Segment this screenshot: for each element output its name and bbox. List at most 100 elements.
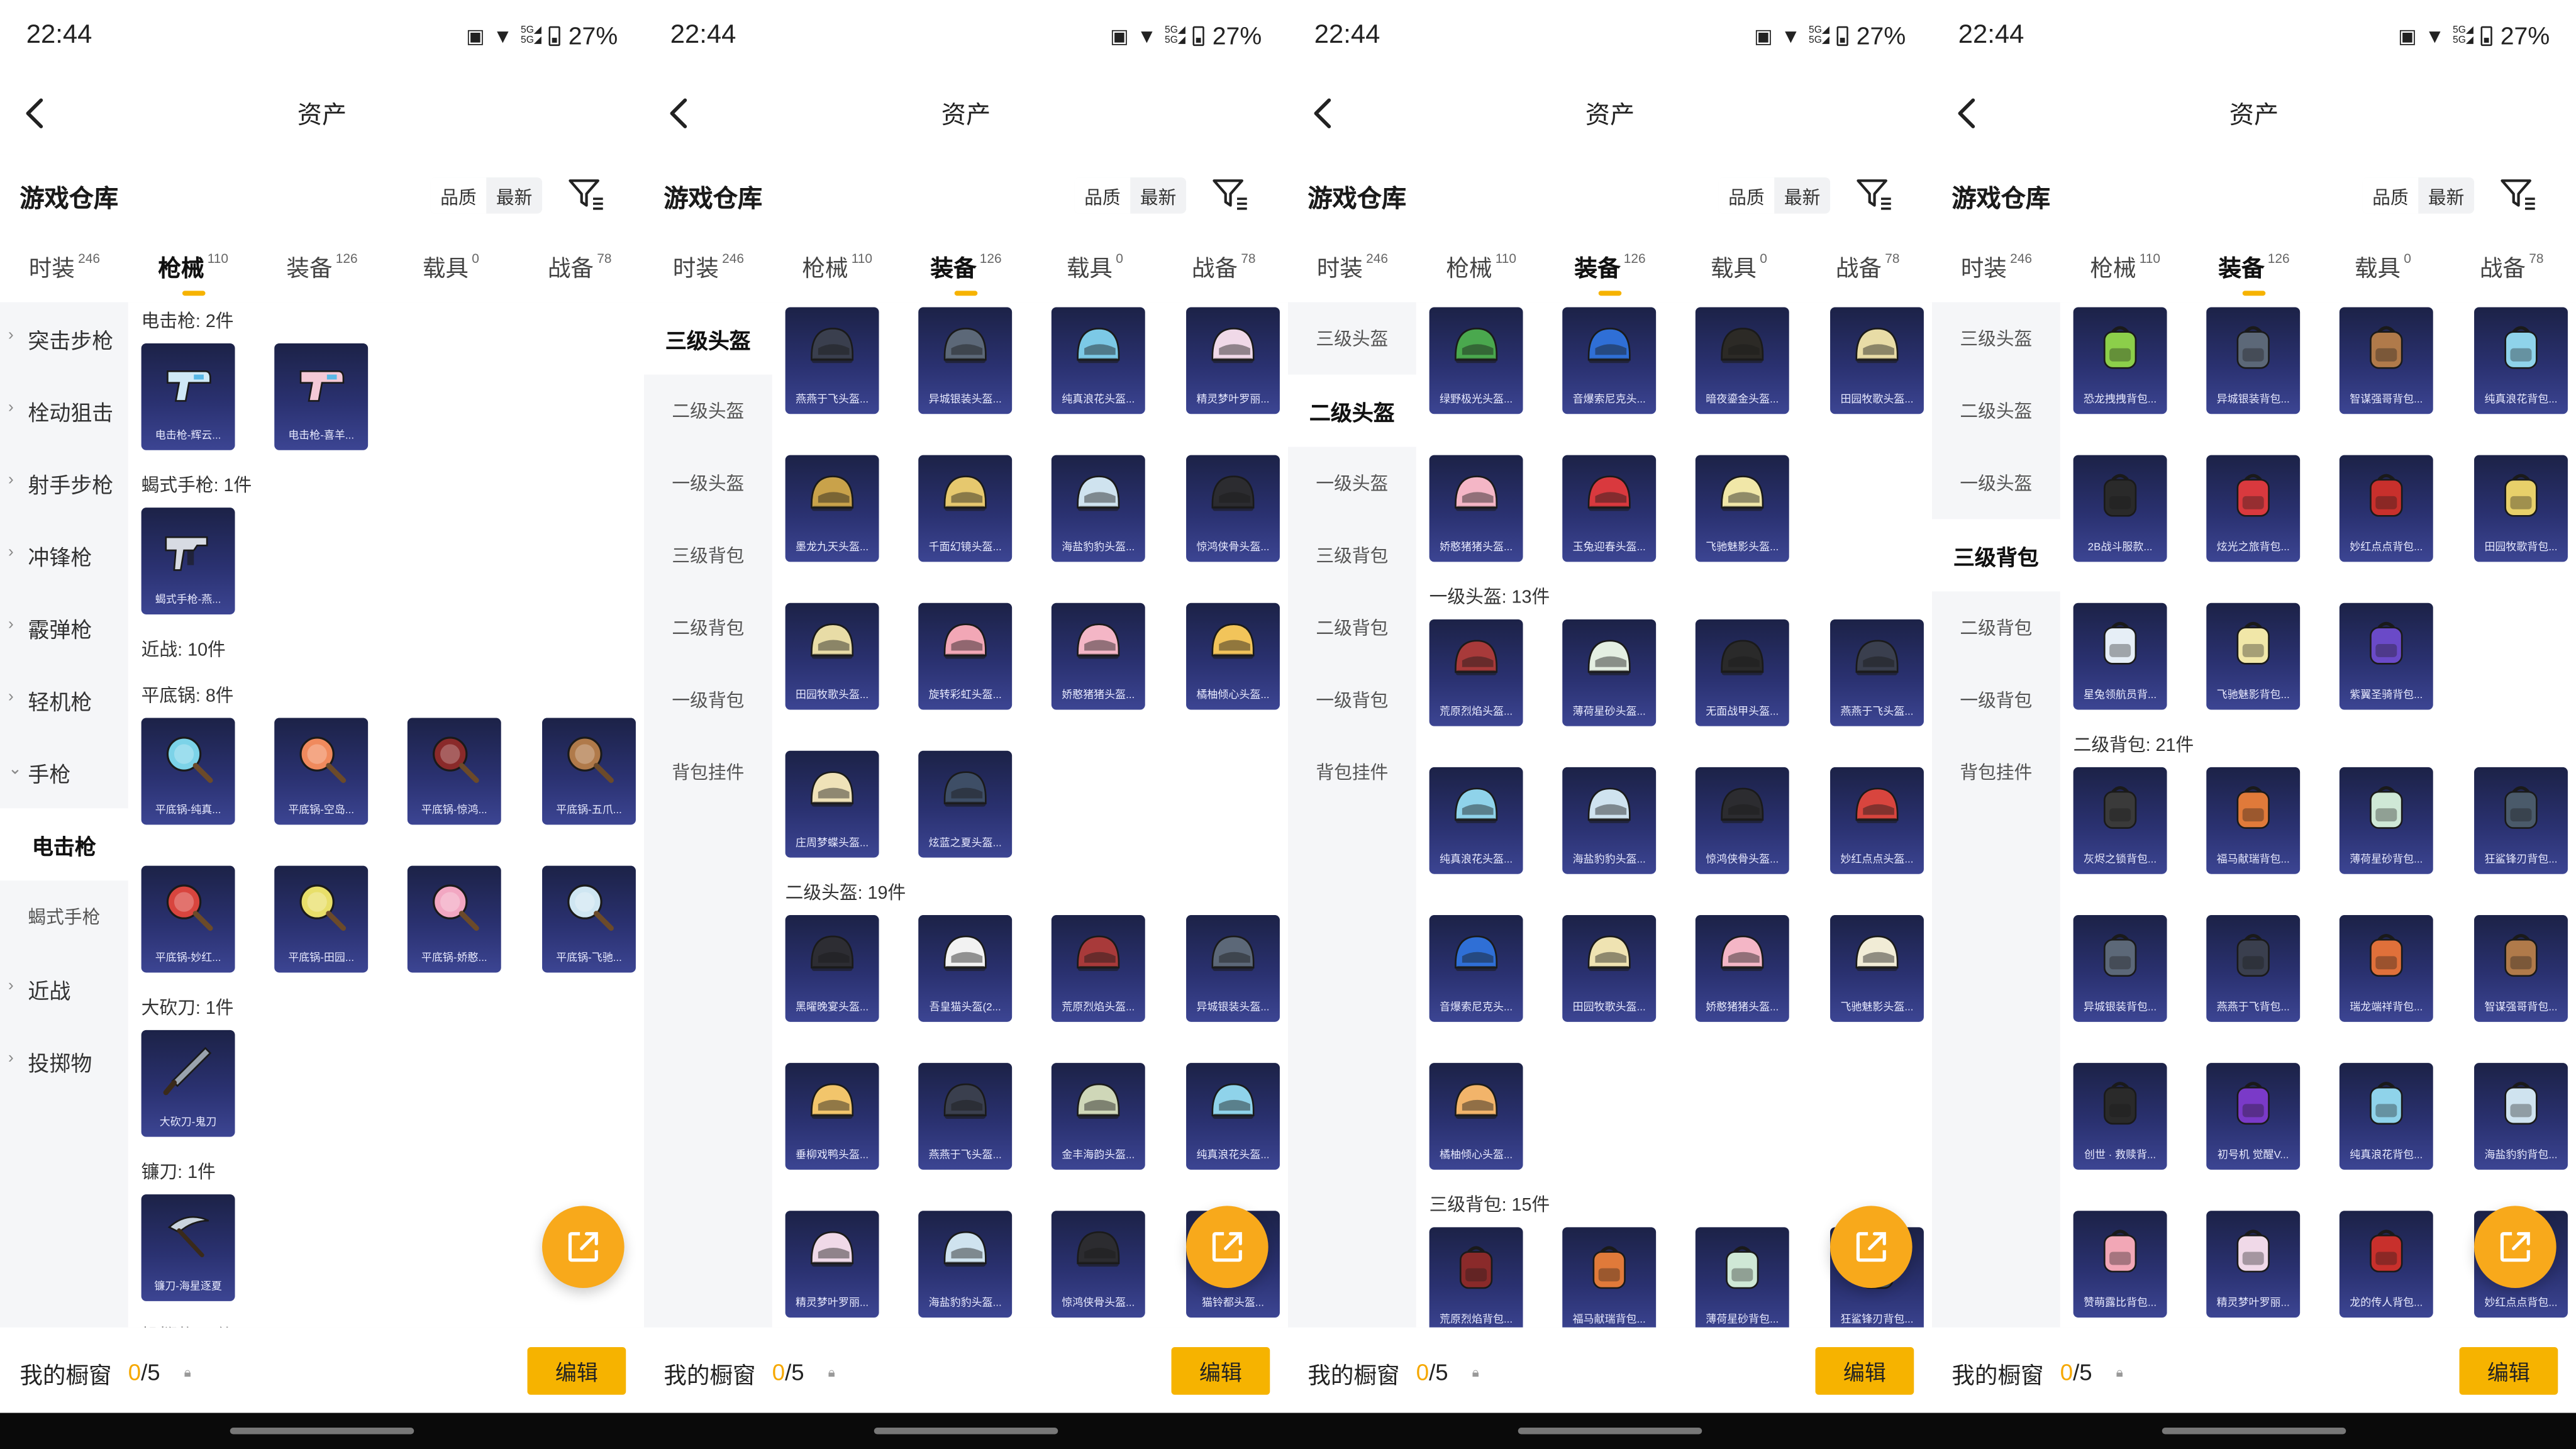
tab-4[interactable]: 载具 0 [1030, 248, 1159, 284]
item-card[interactable]: 娇憨猪猪头盔... [1429, 455, 1523, 562]
item-card[interactable]: 薄荷星砂背包... [1695, 1227, 1789, 1328]
sidebar-item[interactable]: 二级头盔 [1288, 374, 1416, 447]
item-card[interactable]: 蝎式手枪-燕... [141, 508, 235, 614]
sidebar-item[interactable]: 三级头盔 [1932, 303, 2060, 375]
sidebar-item[interactable]: 三级头盔 [1288, 303, 1416, 375]
item-card[interactable]: 智谋强哥背包... [2339, 307, 2433, 414]
back-icon[interactable] [1301, 92, 1344, 135]
item-card[interactable]: 瑞龙端祥背包... [2339, 915, 2433, 1022]
item-card[interactable]: 田园牧歌背包... [2474, 455, 2568, 562]
sidebar-item[interactable]: › 突击步枪 [0, 303, 128, 375]
item-card[interactable]: 2B战斗服款... [2073, 455, 2167, 562]
item-card[interactable]: 绿野极光头盔... [1429, 307, 1523, 414]
item-card[interactable]: 镰刀-海星逐夏 [141, 1194, 235, 1301]
sidebar-item[interactable]: 一级头盔 [1932, 447, 2060, 519]
item-card[interactable]: 音爆索尼克头... [1429, 915, 1523, 1022]
filter-icon[interactable] [1855, 174, 1894, 214]
item-card[interactable]: 纯真浪花头盔... [1051, 307, 1145, 414]
sidebar-item[interactable]: › 冲锋枪 [0, 519, 128, 591]
item-card[interactable]: 惊鸿侠骨头盔... [1695, 767, 1789, 874]
sidebar-item[interactable]: 三级背包 [644, 519, 772, 591]
sort-quality-button[interactable]: 品质 [1074, 177, 1131, 214]
sidebar-item[interactable]: › 轻机枪 [0, 663, 128, 736]
sidebar-item[interactable]: › 霰弹枪 [0, 591, 128, 663]
item-card[interactable]: 妙红点点头盔... [1830, 767, 1924, 874]
tab-5[interactable]: 战备 78 [1159, 248, 1288, 284]
tab-2[interactable]: 枪械 110 [773, 248, 902, 284]
item-card[interactable]: 异城银装头盔... [918, 307, 1013, 414]
sidebar-item[interactable]: 背包挂件 [644, 736, 772, 808]
edit-button[interactable]: 编辑 [1171, 1347, 1270, 1395]
item-card[interactable]: 燕燕于飞头盔... [785, 307, 879, 414]
sidebar-item[interactable]: 二级头盔 [644, 375, 772, 447]
item-card[interactable]: 电击枪-喜羊... [274, 343, 369, 450]
item-card[interactable]: 吾皇猫头盔(2... [918, 915, 1013, 1022]
item-list[interactable]: 电击枪: 2件 电击枪-辉云... 电击枪-喜羊... 蝎式手枪: 1件 蝎式手枪-燕.… [128, 302, 644, 1328]
item-card[interactable]: 娇憨猪猪头盔... [1051, 602, 1145, 710]
item-card[interactable]: 荒原烈焰头盔... [1051, 915, 1145, 1022]
item-card[interactable]: 精灵梦叶罗丽... [1186, 307, 1280, 414]
tab-1[interactable]: 时装 246 [1932, 248, 2061, 284]
home-indicator[interactable] [2162, 1428, 2346, 1435]
item-card[interactable]: 平底锅-空岛... [274, 718, 369, 825]
item-card[interactable]: 娇憨猪猪头盔... [1695, 915, 1789, 1022]
item-card[interactable]: 海盐豹豹头盔... [1051, 455, 1145, 562]
tab-1[interactable]: 时装 246 [0, 248, 129, 284]
item-card[interactable]: 纯真浪花头盔... [1429, 767, 1523, 874]
item-card[interactable]: 惊鸿侠骨头盔... [1186, 455, 1280, 562]
item-card[interactable]: 星兔领航员背... [2073, 602, 2167, 710]
sort-quality-button[interactable]: 品质 [1718, 177, 1775, 214]
home-indicator[interactable] [230, 1428, 414, 1435]
item-card[interactable]: 大砍刀-鬼刀 [141, 1030, 235, 1137]
tab-5[interactable]: 战备 78 [2447, 248, 2576, 284]
share-button[interactable] [1186, 1206, 1269, 1288]
tab-2[interactable]: 枪械 110 [129, 248, 258, 296]
home-indicator[interactable] [874, 1428, 1058, 1435]
item-card[interactable]: 荒原烈焰头盔... [1429, 619, 1523, 726]
item-card[interactable]: 荒原烈焰背包... [1429, 1227, 1523, 1328]
sidebar-item[interactable]: 二级背包 [1288, 591, 1416, 663]
item-card[interactable]: 无面战甲头盔... [1695, 619, 1789, 726]
item-card[interactable]: 田园牧歌头盔... [1830, 307, 1924, 414]
sidebar-item[interactable]: 三级头盔 [644, 302, 772, 375]
edit-button[interactable]: 编辑 [527, 1347, 626, 1395]
sidebar-item[interactable]: 背包挂件 [1932, 736, 2060, 808]
item-card[interactable]: 初号机 觉醒V... [2206, 1063, 2301, 1170]
home-indicator[interactable] [1518, 1428, 1702, 1435]
sidebar-item[interactable]: › 投掷物 [0, 1025, 128, 1097]
tab-1[interactable]: 时装 246 [644, 248, 773, 284]
sidebar-item[interactable]: 二级背包 [1932, 591, 2060, 663]
sidebar-item[interactable]: 一级头盔 [1288, 447, 1416, 519]
item-card[interactable]: 平底锅-田园... [274, 865, 369, 973]
item-card[interactable]: 海盐豹豹背包... [2474, 1063, 2568, 1170]
item-card[interactable]: 燕燕于飞头盔... [1830, 619, 1924, 726]
item-card[interactable]: 飞驰魅影背包... [2206, 602, 2301, 710]
item-card[interactable]: 纯真浪花背包... [2339, 1063, 2433, 1170]
item-card[interactable]: 炫光之旅背包... [2206, 455, 2301, 562]
item-card[interactable]: 玉兔迎春头盔... [1562, 455, 1657, 562]
item-card[interactable]: 飞驰魅影头盔... [1830, 915, 1924, 1022]
item-card[interactable]: 电击枪-辉云... [141, 343, 235, 450]
tab-3[interactable]: 装备 126 [1546, 248, 1675, 296]
item-card[interactable]: 精灵梦叶罗丽... [2206, 1211, 2301, 1318]
item-card[interactable]: 紫翼圣骑背包... [2339, 602, 2433, 710]
item-card[interactable]: 异城银装背包... [2206, 307, 2301, 414]
item-card[interactable]: 平底锅-惊鸿... [407, 718, 501, 825]
sort-latest-button[interactable]: 最新 [1774, 177, 1830, 213]
sidebar-item[interactable]: 一级背包 [644, 663, 772, 736]
item-card[interactable]: 海盐豹豹头盔... [918, 1211, 1013, 1318]
item-card[interactable]: 燕燕于飞头盔... [918, 1063, 1013, 1170]
item-card[interactable]: 黑曜晚宴头盔... [785, 915, 879, 1022]
item-card[interactable]: 平底锅-妙红... [141, 865, 235, 973]
item-card[interactable]: 精灵梦叶罗丽... [785, 1211, 879, 1318]
tab-4[interactable]: 载具 0 [1674, 248, 1803, 284]
item-card[interactable]: 纯真浪花背包... [2474, 307, 2568, 414]
share-button[interactable] [2474, 1206, 2557, 1288]
back-icon[interactable] [1945, 92, 1988, 135]
sidebar-item[interactable]: 电击枪 [0, 808, 128, 881]
sidebar-item[interactable]: › 射手步枪 [0, 447, 128, 519]
item-card[interactable]: 音爆索尼克头... [1562, 307, 1657, 414]
item-card[interactable]: 创世 · 救赎背... [2073, 1063, 2167, 1170]
item-card[interactable]: 龙的传人背包... [2339, 1211, 2433, 1318]
filter-icon[interactable] [1211, 174, 1250, 214]
